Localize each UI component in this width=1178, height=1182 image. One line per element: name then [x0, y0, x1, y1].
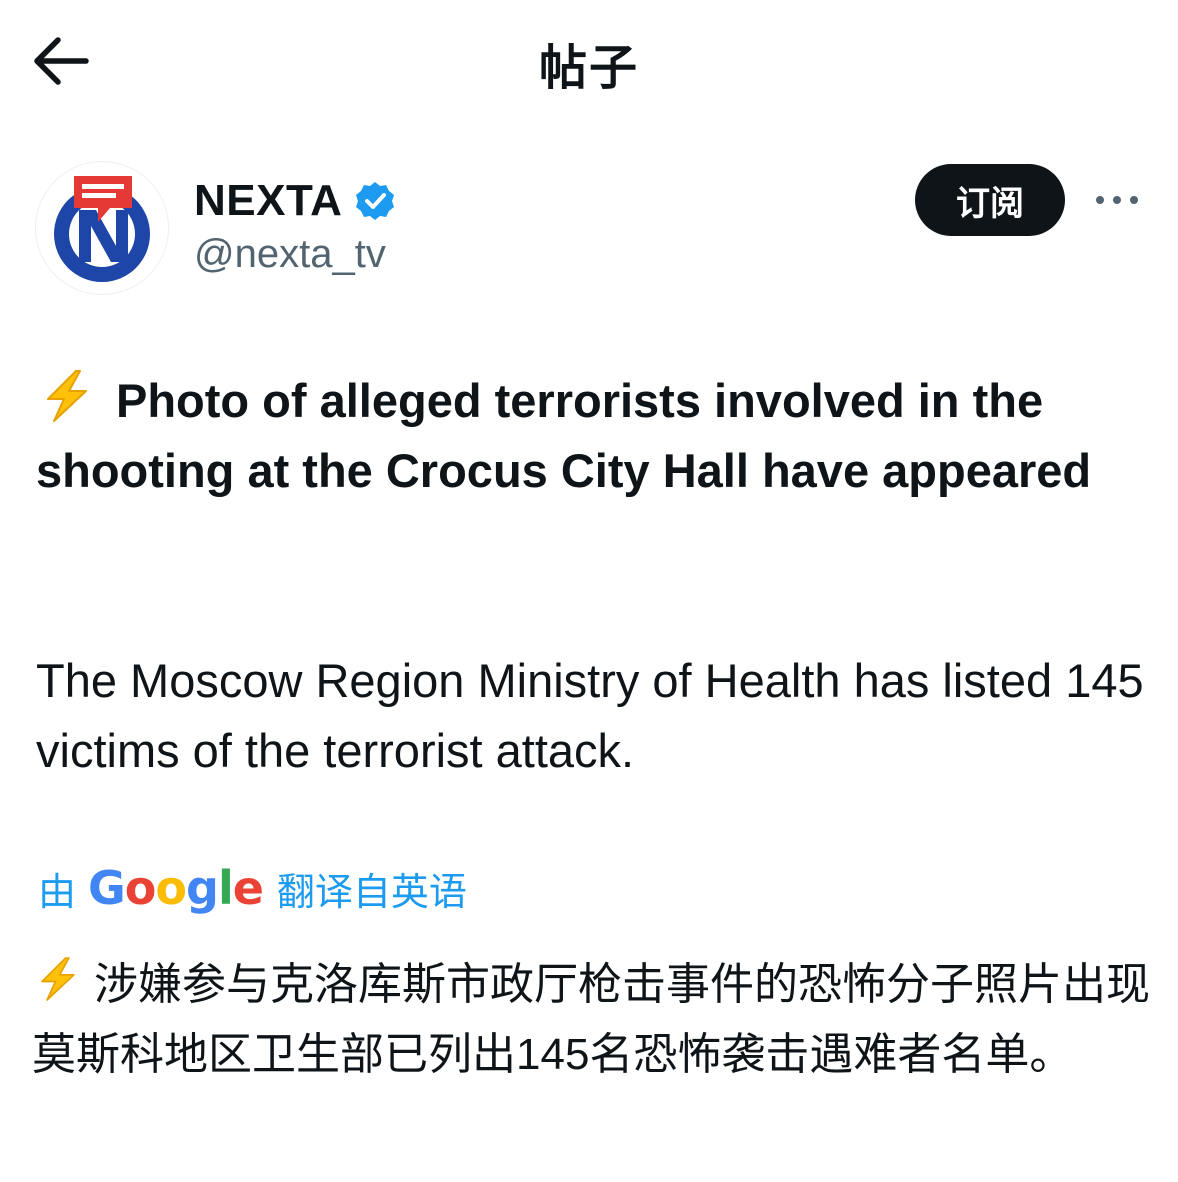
avatar[interactable] — [36, 162, 168, 294]
translated-line-1: 涉嫌参与克洛库斯市政厅枪击事件的恐怖分子照片出现 — [32, 950, 1152, 1020]
more-horizontal-icon — [1096, 196, 1138, 204]
more-button[interactable] — [1090, 182, 1144, 218]
translated-headline: 涉嫌参与克洛库斯市政厅枪击事件的恐怖分子照片出现 — [94, 960, 1150, 1009]
page-title: 帖子 — [538, 42, 639, 95]
top-bar: 帖子 — [0, 0, 1178, 120]
tweet-headline-text: Photo of alleged terrorists involved in … — [36, 374, 1092, 497]
translated-text: 涉嫌参与克洛库斯市政厅枪击事件的恐怖分子照片出现 莫斯科地区卫生部已列出145名… — [32, 950, 1152, 1090]
nexta-logo-icon — [54, 176, 150, 282]
lightning-emoji-icon — [41, 957, 75, 1001]
translated-body: 莫斯科地区卫生部已列出145名恐怖袭击遇难者名单。 — [32, 1030, 1074, 1079]
tweet-headline: Photo of alleged terrorists involved in … — [36, 366, 1146, 506]
tweet-body: The Moscow Region Ministry of Health has… — [36, 654, 1144, 777]
display-name-row: NEXTA — [194, 176, 396, 226]
user-handle[interactable]: @nexta_tv — [194, 232, 386, 277]
translation-suffix: 翻译自英语 — [276, 871, 467, 914]
verified-badge-icon — [356, 182, 395, 220]
tweet-author-header: NEXTA @nexta_tv 订阅 — [0, 150, 1178, 300]
lightning-emoji-icon — [47, 370, 87, 422]
google-logo: Google — [88, 861, 264, 915]
subscribe-button[interactable]: 订阅 — [915, 164, 1065, 236]
display-name[interactable]: NEXTA — [194, 176, 342, 226]
translation-prefix: 由 — [38, 871, 77, 914]
translation-attribution[interactable]: 由 Google 翻译自英语 — [38, 858, 467, 918]
